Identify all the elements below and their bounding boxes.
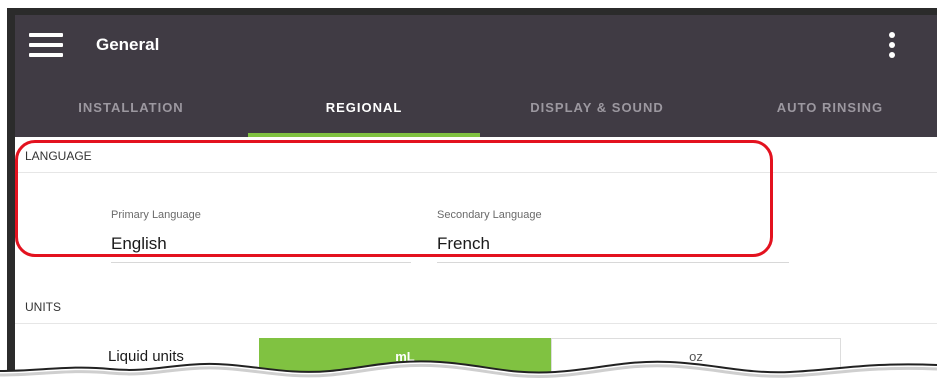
tab-display-sound[interactable]: DISPLAY & SOUND	[481, 77, 713, 137]
device-frame: General INSTALLATION REGIONAL DISPLAY & …	[7, 8, 937, 387]
page-title: General	[96, 35, 160, 54]
torn-edge-cut	[0, 360, 937, 387]
primary-language-select[interactable]: English	[111, 234, 167, 254]
app-screen: General INSTALLATION REGIONAL DISPLAY & …	[15, 15, 937, 387]
language-section-header: LANGUAGE	[15, 139, 937, 173]
tab-bar: INSTALLATION REGIONAL DISPLAY & SOUND AU…	[15, 77, 937, 137]
secondary-language-select[interactable]: French	[437, 234, 490, 254]
tab-regional[interactable]: REGIONAL	[248, 77, 480, 137]
units-section-header: UNITS	[15, 290, 937, 324]
secondary-language-underline	[437, 262, 789, 263]
primary-language-underline	[111, 262, 411, 263]
active-tab-indicator	[248, 133, 480, 137]
hamburger-menu-icon[interactable]	[29, 33, 63, 57]
tab-installation[interactable]: INSTALLATION	[15, 77, 247, 137]
more-vertical-icon[interactable]	[885, 31, 899, 63]
tab-auto-rinsing[interactable]: AUTO RINSING	[714, 77, 937, 137]
app-bar: General	[15, 15, 937, 77]
secondary-language-label: Secondary Language	[437, 209, 542, 221]
primary-language-label: Primary Language	[111, 209, 201, 221]
